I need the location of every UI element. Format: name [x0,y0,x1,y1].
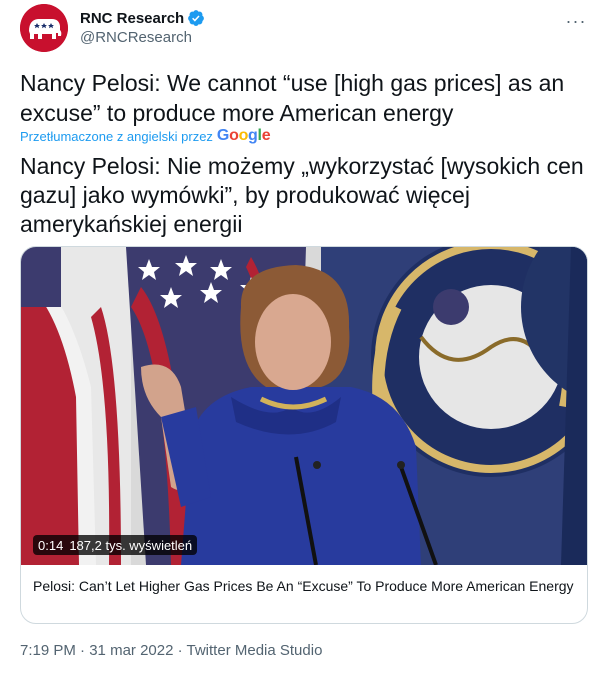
name-row: RNC Research [80,9,205,27]
media-card[interactable]: 0:14 187,2 tys. wyświetleń Pelosi: Can’t… [20,246,588,624]
tweet-metadata: 7:19 PM · 31 mar 2022 · Twitter Media St… [20,642,322,659]
translation-attribution[interactable]: Przetłumaczone z angielski przez Google [20,127,271,145]
user-handle[interactable]: @RNCResearch [80,29,192,46]
video-player[interactable]: 0:14 187,2 tys. wyświetleń [21,247,587,565]
american-flag-left [21,247,131,565]
tweet-header: RNC Research @RNCResearch ··· [20,4,593,52]
card-title-link[interactable]: Pelosi: Can’t Let Higher Gas Prices Be A… [33,577,578,596]
separator-dot: · [173,642,187,659]
tweet-time[interactable]: 7:19 PM [20,642,76,659]
view-count: 187,2 tys. wyświetleń [69,537,193,553]
more-options-button[interactable]: ··· [561,6,591,36]
translated-tweet-text: Nancy Pelosi: Nie możemy „wykorzystać [w… [20,153,584,237]
verified-badge-icon [187,9,205,27]
separator-dot: · [75,642,90,659]
video-thumbnail [21,247,587,565]
display-name[interactable]: RNC Research [80,10,184,27]
google-logo-icon: Google [216,127,271,144]
video-duration: 0:14 [38,537,64,553]
tweet-date[interactable]: 31 mar 2022 [89,642,173,659]
video-stats-badge: 0:14 187,2 tys. wyświetleń [33,535,198,555]
republican-elephant-icon [20,4,68,52]
translated-by-label: Przetłumaczone z angielski przez [20,128,213,144]
avatar[interactable] [20,4,68,52]
tweet-source[interactable]: Twitter Media Studio [187,642,323,659]
tweet-text: Nancy Pelosi: We cannot “use [high gas p… [20,70,565,126]
